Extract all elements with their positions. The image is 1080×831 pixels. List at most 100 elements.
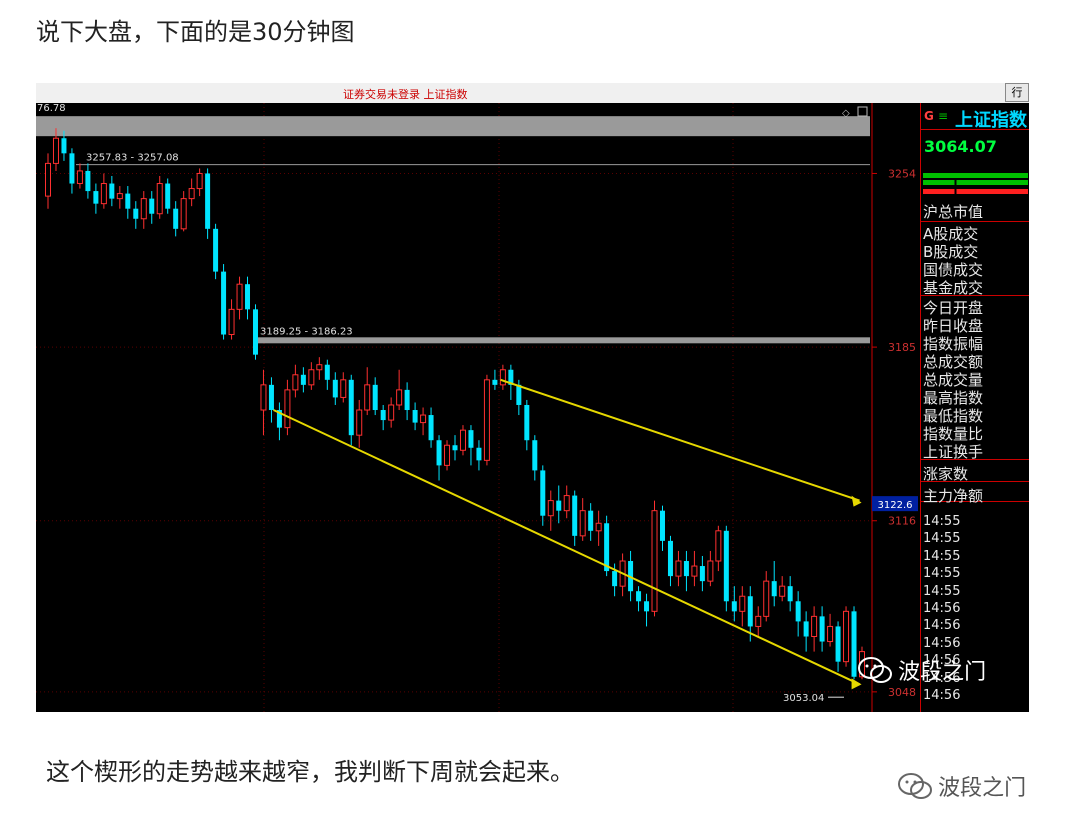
index-name: 上证指数 [955, 110, 1027, 131]
diamond-icon: ◇ [842, 108, 850, 119]
quote-label: A股成交 [923, 225, 979, 243]
candle-body-up [691, 565, 698, 577]
candle-body-up [675, 560, 682, 577]
candle-body-down [803, 621, 809, 637]
candle-body-down [612, 571, 618, 587]
tick-time: 14:55 [923, 548, 961, 564]
candle-body-down [412, 410, 418, 423]
candle-body-down [61, 138, 67, 154]
candle-body-up [420, 414, 427, 424]
trading-software-screenshot: 证券交易未登录 上证指数 行 3254 3185 3116 3048 76.78 3257… [36, 83, 1029, 712]
candle-body-down [572, 495, 578, 536]
candle-body-up [396, 389, 403, 406]
candle-body-up [739, 595, 746, 612]
candle-body-down [556, 500, 562, 511]
quote-label: 国债成交 [923, 261, 984, 279]
candle-body-down [213, 228, 219, 272]
candle-body-down [125, 193, 131, 209]
candlestick-chart[interactable]: 3254 3185 3116 3048 76.78 3257.83 - 3257.08 31… [36, 103, 920, 712]
candle-body-up [45, 162, 51, 197]
candle-body-up [364, 384, 371, 411]
candle-body-up [228, 308, 235, 336]
candle-body-down [404, 389, 410, 411]
candle-body-down [532, 440, 538, 471]
candle-body-up [715, 530, 722, 562]
candle-body-down [221, 271, 227, 335]
candle-body-up [755, 615, 762, 627]
tick-time: 14:55 [923, 531, 961, 547]
candle-body-down [380, 410, 386, 421]
menu-icon[interactable]: ≡ [938, 109, 948, 123]
green-bar-lower [923, 180, 1028, 185]
g-badge[interactable]: G [924, 109, 934, 123]
candle-body-up [843, 610, 850, 663]
candle-body-up [76, 170, 83, 185]
chart-watermark: 波段之门 [857, 654, 986, 686]
candle-body-up [563, 495, 570, 512]
candle-body-up [100, 183, 107, 205]
gap-band [258, 337, 870, 344]
candle-body-down [348, 379, 354, 436]
candle-body-down [659, 510, 665, 541]
candle-body-down [324, 364, 330, 380]
quote-label: 基金成交 [923, 279, 984, 297]
candle-body-down [644, 601, 650, 612]
candle-body-down [835, 626, 841, 662]
y-tick-label: 3185 [888, 341, 916, 354]
tick-time: 14:56 [923, 601, 961, 616]
quote-label: 今日开盘 [923, 299, 984, 317]
wechat-icon [858, 657, 892, 683]
candle-body-up [388, 404, 395, 421]
y-tick-label: 3048 [888, 686, 916, 699]
candle-body-down [795, 601, 801, 622]
candle-body-down [165, 183, 171, 209]
quote-label: 沪总市值 [923, 203, 984, 221]
candle-body-up [260, 384, 267, 411]
low-price-label: 3053.04 [783, 693, 824, 704]
candle-body-down [428, 415, 434, 441]
candle-body-up [707, 560, 714, 582]
y-tick-label: 3116 [888, 515, 916, 528]
quote-label: 昨日收盘 [923, 317, 984, 335]
quote-label: 主力净额 [923, 487, 984, 505]
sidebar-separator [921, 221, 1029, 222]
tick-time: 14:56 [923, 688, 961, 703]
candle-body-up [236, 283, 243, 310]
candle-body-down [85, 170, 91, 192]
candle-body-down [109, 183, 115, 199]
quote-label: 最低指数 [923, 407, 984, 425]
candle-body-down [93, 191, 99, 204]
current-price-label: 3122.6 [878, 500, 913, 511]
watermark-text: 波段之门 [898, 660, 987, 685]
candle-body-down [747, 596, 753, 627]
candle-body-down [205, 173, 211, 229]
quote-label: B股成交 [923, 243, 979, 261]
candle-body-down [787, 586, 793, 602]
candle-body-down [851, 611, 857, 677]
quote-button[interactable]: 行 [1005, 83, 1029, 102]
tick-time: 14:55 [923, 566, 961, 582]
candle-body-down [723, 530, 729, 602]
candle-body-up [499, 369, 506, 386]
tick-time: 14:56 [923, 635, 961, 651]
candle-body-up [188, 188, 195, 200]
candle-body-up [292, 374, 299, 391]
top-left-label: 76.78 [37, 103, 66, 114]
candle-body-down [636, 591, 642, 602]
candle-body-up [308, 369, 315, 386]
candle-body-down [69, 153, 75, 184]
candle-body-up [595, 522, 602, 532]
candle-body-down [173, 208, 179, 229]
candle-body-up [284, 389, 291, 429]
page-watermark: 波段之门 [897, 770, 1026, 802]
candle-body-down [588, 510, 594, 531]
red-bar [923, 189, 1028, 194]
candle-body-down [524, 404, 530, 441]
candle-body-up [156, 183, 163, 215]
candle-body-up [483, 379, 490, 461]
quote-label: 总成交额 [923, 353, 984, 371]
buy-sell-bars [921, 169, 1029, 199]
candle-body-down [452, 445, 458, 451]
candle-body-down [372, 384, 378, 411]
candle-body-up [196, 172, 203, 190]
